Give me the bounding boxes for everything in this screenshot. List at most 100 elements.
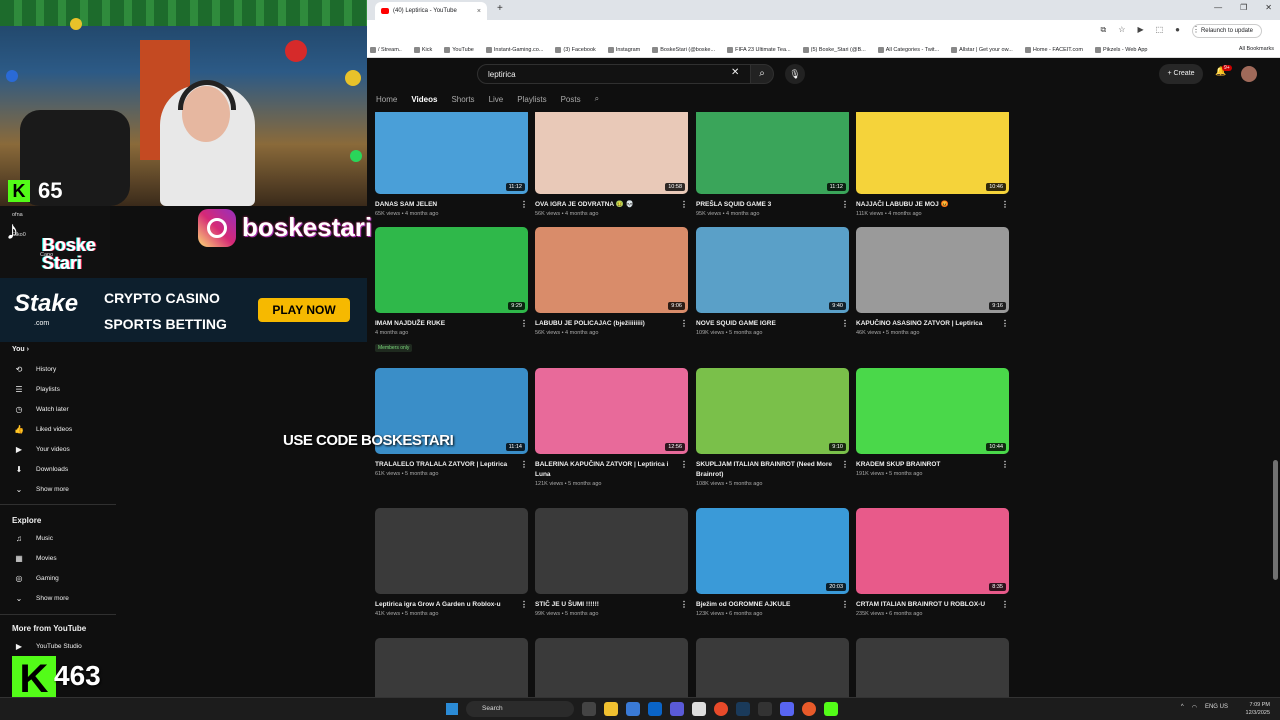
outlook-icon[interactable] <box>648 702 662 716</box>
bookmark-item[interactable]: Pikzels - Web App <box>1094 46 1147 53</box>
video-title[interactable]: SKUPLJAM ITALIAN BRAINROT (Need More Bra… <box>696 461 832 478</box>
teams-icon[interactable] <box>670 702 684 716</box>
kick-app-icon[interactable] <box>824 702 838 716</box>
video-thumbnail[interactable]: 10:44 <box>856 368 1009 454</box>
video-thumbnail[interactable]: 10:58 <box>535 112 688 194</box>
photos-icon[interactable] <box>626 702 640 716</box>
video-thumbnail[interactable] <box>375 508 528 594</box>
video-thumbnail[interactable]: 9:29 <box>375 227 528 313</box>
all-bookmarks-button[interactable]: All Bookmarks <box>1239 46 1274 52</box>
video-title[interactable]: STIČ JE U ŠUMI !!!!!! <box>535 601 599 608</box>
video-title[interactable]: TRALALELO TRALALA ZATVOR | Leptirica <box>375 461 507 468</box>
video-title[interactable]: NAJJAČI LABUBU JE MOJ 😡 <box>856 201 949 208</box>
tab-playlists[interactable]: Playlists <box>517 95 546 104</box>
video-thumbnail[interactable]: 9:16 <box>856 227 1009 313</box>
bookmark-item[interactable]: Kick <box>413 46 432 53</box>
lang-indicator[interactable]: ENG US <box>1205 704 1228 711</box>
file-explorer-icon[interactable] <box>604 702 618 716</box>
tab-live[interactable]: Live <box>489 95 504 104</box>
sidebar-item-gaming[interactable]: ◎ Gaming <box>12 570 59 586</box>
sidebar-item-movies[interactable]: ▦ Movies <box>12 550 56 566</box>
channel-search-icon[interactable]: ⌕ <box>595 94 599 104</box>
close-window-icon[interactable]: ✕ <box>1265 3 1272 12</box>
taskbar-search[interactable]: Search <box>466 701 574 717</box>
video-card[interactable]: 12:56 BALERINA KAPUČINA ZATVOR | Leptiric… <box>535 368 688 487</box>
sidebar-item-liked-videos[interactable]: 👍 Liked videos <box>12 421 72 437</box>
video-title[interactable]: DANAS SAM JELEN <box>375 201 437 208</box>
video-title[interactable]: KAPUČINO ASASINO ZATVOR | Leptirica <box>856 320 982 327</box>
video-thumbnail[interactable]: 11:12 <box>696 112 849 194</box>
more-options-icon[interactable]: ⋮ <box>520 460 528 470</box>
more-options-icon[interactable]: ⋮ <box>520 200 528 210</box>
bookmark-item[interactable]: Instagram <box>607 46 640 53</box>
video-card[interactable]: 8:35 CRTAM ITALIAN BRAINROT U ROBLOX-U ⋮ 23… <box>856 508 1009 617</box>
sidebar-you-heading[interactable]: You › <box>12 346 29 353</box>
bookmark-item[interactable]: / Stream.. <box>370 46 402 53</box>
video-card[interactable]: 11:14 TRALALELO TRALALA ZATVOR | Leptiric… <box>375 368 528 477</box>
bookmark-item[interactable]: FIFA 23 Ultimate Tea... <box>727 46 791 53</box>
more-options-icon[interactable]: ⋮ <box>1001 200 1009 210</box>
more-options-icon[interactable]: ⋮ <box>841 319 849 329</box>
video-card[interactable]: 10:44 KRADEM SKUP BRAINROT ⋮ 191K views • 5… <box>856 368 1009 477</box>
video-card[interactable]: 11:12 PREŠLA SQUID GAME 3 ⋮ 95K views • 4 m… <box>696 112 849 217</box>
account-avatar[interactable] <box>1241 66 1257 82</box>
video-thumbnail[interactable]: 12:56 <box>535 368 688 454</box>
scrollbar[interactable] <box>1272 112 1280 697</box>
video-card[interactable]: 9:10 SKUPLJAM ITALIAN BRAINROT (Need More… <box>696 368 849 487</box>
video-title[interactable]: CRTAM ITALIAN BRAINROT U ROBLOX-U <box>856 601 985 608</box>
obs-icon[interactable] <box>802 702 816 716</box>
more-options-icon[interactable]: ⋮ <box>680 460 688 470</box>
video-title[interactable]: Bježim od OGROMNE AJKULE <box>696 601 790 608</box>
profile-icon[interactable]: ● <box>1175 25 1180 35</box>
epic-icon[interactable] <box>758 702 772 716</box>
sidebar-item-show-more[interactable]: ⌄ Show more <box>12 590 69 606</box>
video-thumbnail[interactable]: 10:46 <box>856 112 1009 194</box>
video-card[interactable]: 9:16 KAPUČINO ASASINO ZATVOR | Leptirica ⋮… <box>856 227 1009 336</box>
tab-posts[interactable]: Posts <box>561 95 581 104</box>
video-card[interactable]: Leptirica igra Grow A Garden u Roblox-u ⋮… <box>375 508 528 617</box>
bookmark-item[interactable]: Allstar | Get your ow... <box>951 46 1013 53</box>
video-thumbnail[interactable]: 11:12 <box>375 112 528 194</box>
video-card[interactable]: 9:29 IMAM NAJDUŽE RUKE ⋮ 4 months ago Member… <box>375 227 528 354</box>
video-title[interactable]: BALERINA KAPUČINA ZATVOR | Leptirica i L… <box>535 461 668 478</box>
search-input[interactable]: leptirica <box>477 64 751 84</box>
sidebar-item-youtube-studio[interactable]: ▶ YouTube Studio <box>12 638 82 654</box>
microphone-icon[interactable]: 🎙 <box>785 64 805 84</box>
clear-search-icon[interactable]: ✕ <box>731 67 739 78</box>
video-title[interactable]: Leptirica igra Grow A Garden u Roblox-u <box>375 601 501 608</box>
extension-icon[interactable]: ▶ <box>1137 25 1143 35</box>
tab-shorts[interactable]: Shorts <box>451 95 474 104</box>
tab-home[interactable]: Home <box>376 95 397 104</box>
relaunch-button[interactable]: Relaunch to update <box>1191 24 1262 38</box>
calendar-icon[interactable] <box>692 702 706 716</box>
sidebar-item-your-videos[interactable]: ▶ Your videos <box>12 441 70 457</box>
video-card[interactable]: 10:58 OVA IGRA JE ODVRATNA 🤢 💀 ⋮ 56K views … <box>535 112 688 217</box>
more-options-icon[interactable]: ⋮ <box>680 600 688 610</box>
more-options-icon[interactable]: ⋮ <box>1001 600 1009 610</box>
more-options-icon[interactable]: ⋮ <box>841 200 849 210</box>
video-card[interactable]: 9:06 LABUBU JE POLICAJAC (bježiiiiiiii) ⋮ 5… <box>535 227 688 336</box>
more-options-icon[interactable]: ⋮ <box>841 460 849 470</box>
bookmark-item[interactable]: Home - FACEIT.com <box>1024 46 1083 53</box>
scrollbar-thumb[interactable] <box>1273 460 1278 580</box>
minimize-icon[interactable]: — <box>1214 3 1222 12</box>
puzzle-icon[interactable]: ⬚ <box>1156 25 1164 35</box>
video-thumbnail[interactable]: 8:35 <box>856 508 1009 594</box>
bookmark-item[interactable]: (5) Boske_Stari (@B... <box>802 46 866 53</box>
bookmark-item[interactable]: (3) Facebook <box>555 46 596 53</box>
video-title[interactable]: IMAM NAJDUŽE RUKE <box>375 320 445 327</box>
video-thumbnail[interactable]: 9:06 <box>535 227 688 313</box>
video-title[interactable]: PREŠLA SQUID GAME 3 <box>696 201 771 208</box>
browser-tab[interactable]: (40) Leptirica - YouTube × <box>375 2 487 20</box>
system-clock[interactable]: 7:09 PM 12/3/2025 <box>1246 701 1270 717</box>
sidebar-item-playlists[interactable]: ☰ Playlists <box>12 381 59 397</box>
video-title[interactable]: OVA IGRA JE ODVRATNA 🤢 💀 <box>535 201 634 208</box>
video-card[interactable]: 9:40 NOVE SQUID GAME IGRE ⋮ 109K views • 5 … <box>696 227 849 336</box>
tray-chevron-icon[interactable]: ^ <box>1181 704 1184 711</box>
sidebar-item-downloads[interactable]: ⬇ Downloads <box>12 461 69 477</box>
bookmark-item[interactable]: All Categories - Twit... <box>877 46 939 53</box>
restore-icon[interactable]: ❐ <box>1240 3 1247 12</box>
wifi-icon[interactable]: ◠ <box>1192 704 1197 711</box>
more-options-icon[interactable]: ⋮ <box>520 600 528 610</box>
task-view-icon[interactable] <box>582 702 596 716</box>
